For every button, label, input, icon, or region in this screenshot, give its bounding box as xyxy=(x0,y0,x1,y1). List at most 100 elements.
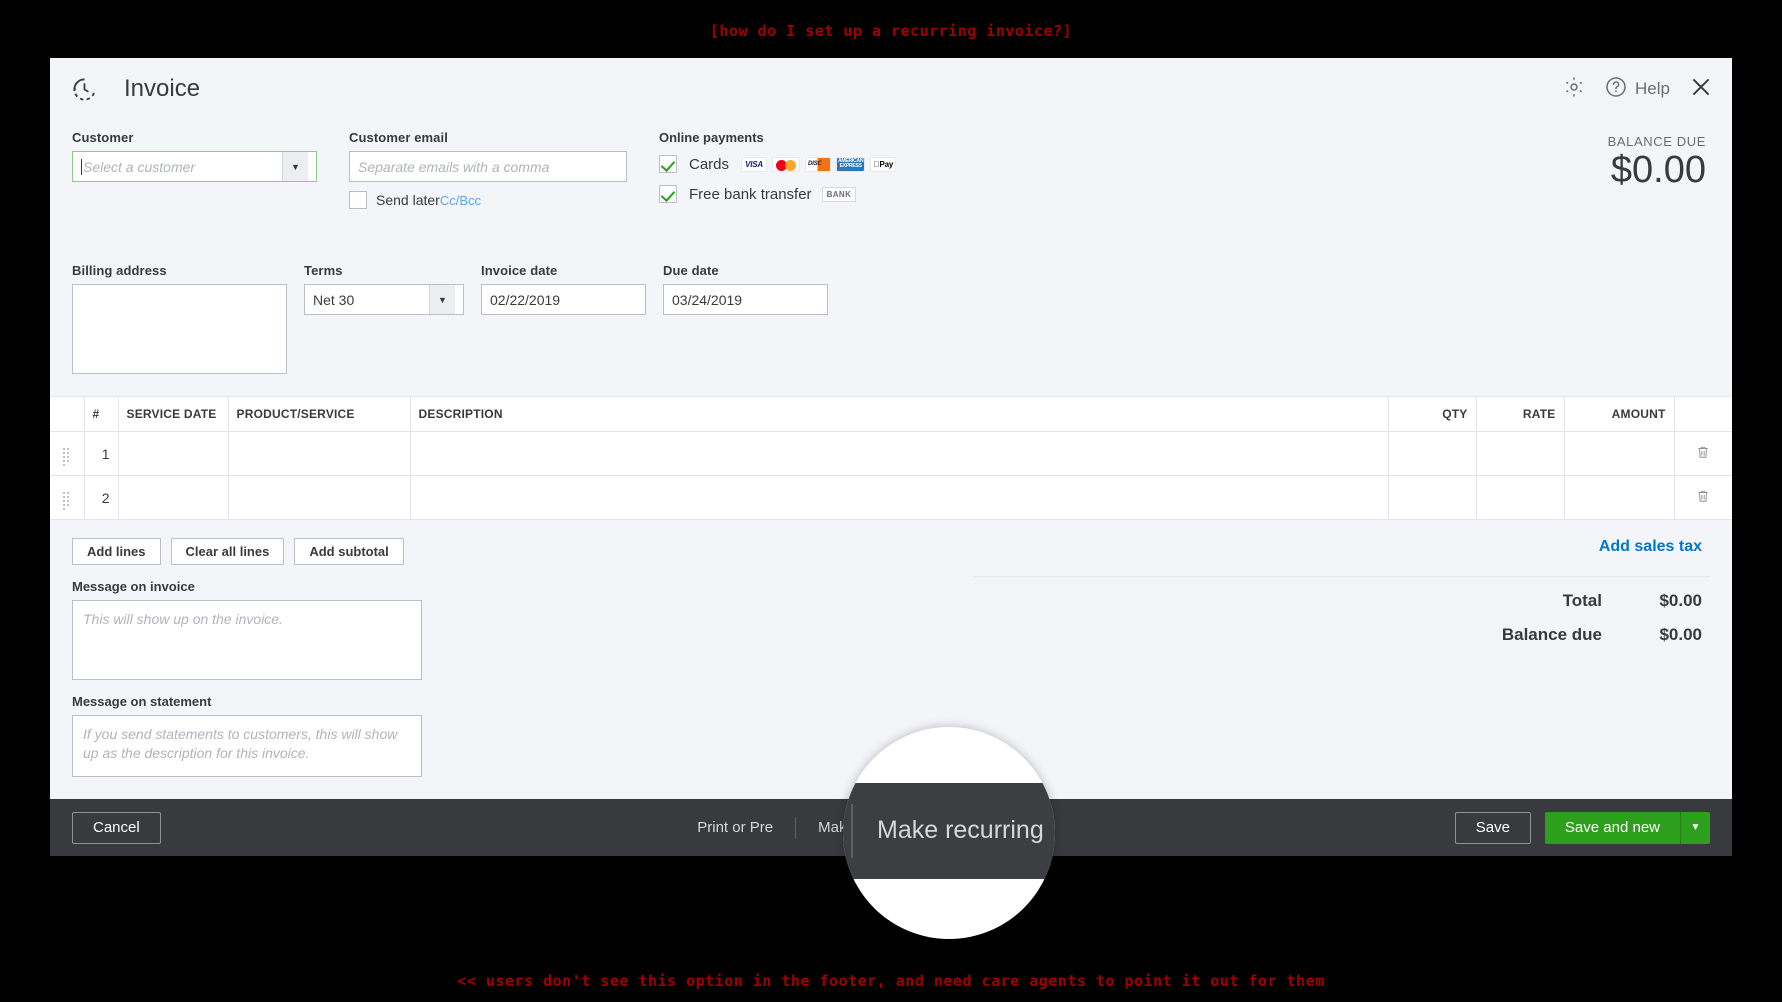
bank-transfer-row: Free bank transfer BANK xyxy=(659,185,896,203)
message-on-invoice-input[interactable]: This will show up on the invoice. xyxy=(72,600,422,680)
invoice-date-value: 02/22/2019 xyxy=(490,291,561,308)
header-service-date: SERVICE DATE xyxy=(118,397,229,432)
customer-input[interactable]: Select a customer ▼ xyxy=(72,151,317,182)
customer-placeholder: Select a customer xyxy=(83,158,196,175)
magnifier-callout: e Make recurring xyxy=(843,727,1055,939)
discover-icon: DISC xyxy=(805,156,832,172)
billing-address-input[interactable] xyxy=(72,284,287,374)
row-delete-button[interactable] xyxy=(1674,475,1732,520)
customer-email-label: Customer email xyxy=(349,130,448,145)
drag-grip-icon xyxy=(62,491,71,510)
customer-field-group: Customer Select a customer ▼ xyxy=(72,130,317,182)
due-date-value: 03/24/2019 xyxy=(672,291,743,308)
balance-due-row: Balance due $0.00 xyxy=(973,611,1710,645)
cancel-button[interactable]: Cancel xyxy=(72,811,161,844)
row-delete-button[interactable] xyxy=(1674,431,1732,476)
row-number: 2 xyxy=(84,475,119,520)
row-rate[interactable] xyxy=(1476,475,1565,520)
row-rate[interactable] xyxy=(1476,431,1565,476)
bank-badge-icon: BANK xyxy=(821,186,857,202)
annotation-bottom: << users don't see this option in the fo… xyxy=(457,972,1325,990)
send-later-label: Send later xyxy=(376,192,440,208)
add-subtotal-button[interactable]: Add subtotal xyxy=(294,538,404,565)
recurring-clock-icon xyxy=(64,69,104,109)
row-service-date[interactable] xyxy=(118,431,229,476)
row-product-service[interactable] xyxy=(228,475,411,520)
table-header-row: # SERVICE DATE PRODUCT/SERVICE DESCRIPTI… xyxy=(50,397,1732,432)
help-label: Help xyxy=(1635,79,1670,98)
line-action-buttons: Add lines Clear all lines Add subtotal xyxy=(72,524,973,565)
amex-icon: AMERICAN EXPRESS xyxy=(836,156,866,172)
invoice-date-label: Invoice date xyxy=(481,263,558,278)
add-lines-button[interactable]: Add lines xyxy=(72,538,161,565)
row-drag-handle[interactable] xyxy=(50,475,85,520)
line-items-table: # SERVICE DATE PRODUCT/SERVICE DESCRIPTI… xyxy=(50,396,1732,520)
gear-icon xyxy=(1562,75,1586,104)
row-service-date[interactable] xyxy=(118,475,229,520)
customer-email-placeholder: Separate emails with a comma xyxy=(358,158,550,175)
drag-grip-icon xyxy=(62,447,71,466)
balance-due-row-label: Balance due xyxy=(1501,625,1602,644)
header-number: # xyxy=(84,397,119,432)
balance-due-label: BALANCE DUE xyxy=(1607,134,1706,149)
close-button[interactable] xyxy=(1688,74,1714,105)
magnified-footer-band: e Make recurring xyxy=(843,783,1055,879)
row-drag-handle[interactable] xyxy=(50,431,85,476)
header-qty: QTY xyxy=(1388,397,1477,432)
terms-value: Net 30 xyxy=(313,291,355,308)
chevron-down-icon[interactable]: ▼ xyxy=(429,285,455,314)
header-delete xyxy=(1674,397,1732,432)
row-qty[interactable] xyxy=(1388,475,1477,520)
help-button[interactable]: Help xyxy=(1604,75,1670,104)
save-and-new-button[interactable]: Save and new xyxy=(1544,811,1680,844)
header-amount: AMOUNT xyxy=(1564,397,1675,432)
row-amount[interactable] xyxy=(1564,431,1675,476)
online-payments-title: Online payments xyxy=(659,130,764,145)
row-description[interactable] xyxy=(410,431,1389,476)
customer-email-group: Customer email Separate emails with a co… xyxy=(349,130,627,209)
cards-label: Cards xyxy=(689,155,730,173)
cards-checkbox[interactable] xyxy=(659,155,677,173)
text-caret xyxy=(81,158,82,175)
customer-label: Customer xyxy=(72,130,134,145)
chevron-down-icon[interactable]: ▼ xyxy=(1680,811,1710,844)
table-row: 2 xyxy=(50,475,1732,520)
due-date-input[interactable]: 03/24/2019 xyxy=(663,284,828,315)
card-logos: VISA DISC AMERICANEXPRESS Pay xyxy=(741,156,897,172)
invoice-date-input[interactable]: 02/22/2019 xyxy=(481,284,646,315)
customer-email-input[interactable]: Separate emails with a comma xyxy=(349,151,627,182)
terms-select[interactable]: Net 30 ▼ xyxy=(304,284,464,315)
chevron-down-icon[interactable]: ▼ xyxy=(282,152,308,181)
balance-due-summary: BALANCE DUE $0.00 xyxy=(1608,134,1706,191)
row-product-service[interactable] xyxy=(228,431,411,476)
header-product-service: PRODUCT/SERVICE xyxy=(228,397,411,432)
trash-icon xyxy=(1698,446,1708,458)
clear-all-lines-button[interactable]: Clear all lines xyxy=(170,538,285,565)
bank-transfer-checkbox[interactable] xyxy=(659,185,677,203)
bank-transfer-label: Free bank transfer xyxy=(689,185,812,203)
settings-gear-button[interactable] xyxy=(1562,75,1586,104)
row-description[interactable] xyxy=(410,475,1389,520)
total-label: Total xyxy=(1562,591,1602,610)
magnified-divider xyxy=(851,804,853,858)
print-or-preview-link[interactable]: Print or Pre xyxy=(675,819,795,836)
add-sales-tax-link[interactable]: Add sales tax xyxy=(973,538,1710,556)
cc-bcc-link[interactable]: Cc/Bcc xyxy=(440,193,481,208)
window-header: Invoice Help xyxy=(50,58,1732,120)
billing-address-label: Billing address xyxy=(72,263,167,278)
send-later-checkbox[interactable] xyxy=(349,191,367,209)
row-number: 1 xyxy=(84,431,119,476)
billing-address-group: Billing address xyxy=(72,263,287,374)
header-grip xyxy=(50,397,85,432)
page-title: Invoice xyxy=(124,75,201,102)
terms-label: Terms xyxy=(304,263,343,278)
save-button[interactable]: Save xyxy=(1454,811,1531,844)
due-date-group: Due date 03/24/2019 xyxy=(663,263,828,315)
apple-pay-icon: Pay xyxy=(870,156,897,172)
row-qty[interactable] xyxy=(1388,431,1477,476)
invoice-window: Invoice Help BALANCE DUE $0.00 Customer … xyxy=(50,58,1732,856)
help-circle-icon xyxy=(1604,75,1628,104)
message-on-statement-input[interactable]: If you send statements to customers, thi… xyxy=(72,715,422,777)
row-amount[interactable] xyxy=(1564,475,1675,520)
due-date-label: Due date xyxy=(663,263,719,278)
